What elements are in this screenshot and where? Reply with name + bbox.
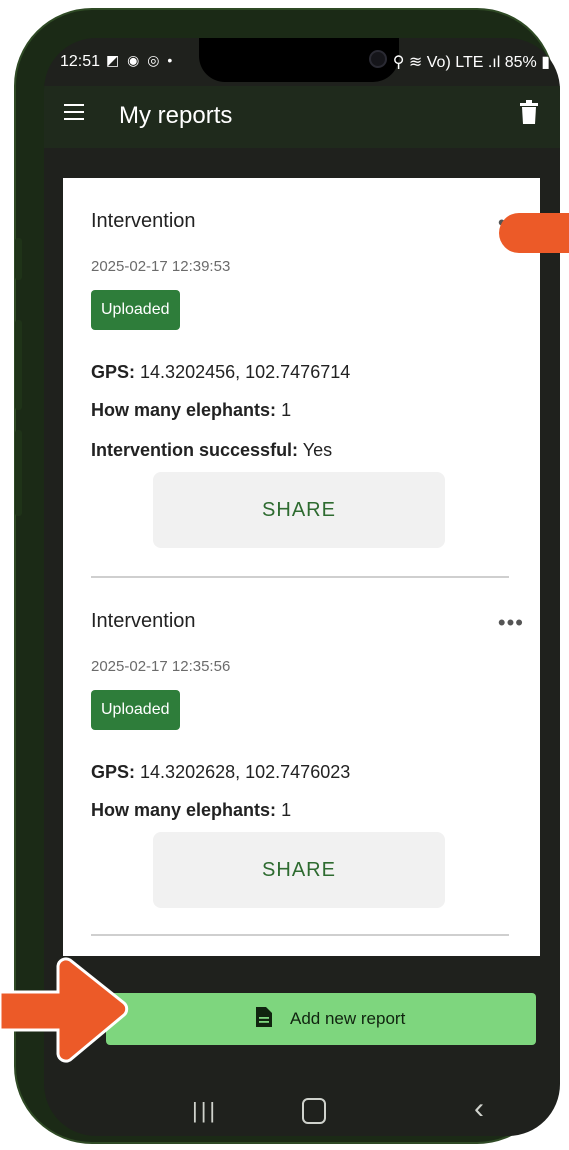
gps-line: GPS: 14.3202456, 102.7476714 [91,362,350,383]
camera-notch [199,38,399,82]
back-icon[interactable]: ‹ [474,1092,484,1126]
divider [91,576,509,578]
add-new-report-button[interactable]: Add new report [106,993,536,1045]
report-date: 2025-02-17 12:39:53 [91,258,231,275]
gps-value: 14.3202628, 102.7476023 [140,762,351,782]
status-badge: Uploaded [91,690,180,730]
share-button[interactable]: SHARE [153,472,445,548]
arrow-pointer-icon [499,213,569,253]
elephants-value: 1 [281,400,292,420]
report-title: Intervention [91,610,196,632]
notification-icons: ◩ ◉ ◎ • [106,52,175,68]
elephants-line: How many elephants: 1 [91,800,291,821]
success-value: Yes [302,440,333,460]
camera-icon [369,50,387,68]
power-button [15,430,22,516]
divider [91,934,509,936]
system-nav-bar: ||| ‹ [44,1088,560,1136]
app-bar: My reports [44,86,560,148]
elephants-label: How many elephants: [91,800,277,820]
report-title: Intervention [91,210,196,232]
reports-list[interactable]: Intervention ••• 2025-02-17 12:39:53 Upl… [63,178,540,956]
status-time: 12:51 [60,53,101,70]
success-label: Intervention successful: [91,440,299,460]
volume-down-button [15,320,22,410]
elephants-line: How many elephants: 1 [91,400,291,421]
gps-label: GPS: [91,762,136,782]
more-options-icon[interactable]: ••• [498,610,524,636]
arrow-pointer-icon [0,957,129,1063]
hamburger-menu-icon[interactable] [64,104,84,120]
success-line: Intervention successful: Yes [91,440,332,461]
gps-line: GPS: 14.3202628, 102.7476023 [91,762,350,783]
recent-apps-icon[interactable]: ||| [192,1098,218,1124]
gps-label: GPS: [91,362,136,382]
elephants-label: How many elephants: [91,400,277,420]
gps-value: 14.3202456, 102.7476714 [140,362,351,382]
status-bar: 12:51 ◩ ◉ ◎ • ⚲ ≋ Vo) LTE .ıl 85% ▮ [44,38,560,86]
document-icon [256,1007,272,1027]
status-badge: Uploaded [91,290,180,330]
home-icon[interactable] [302,1098,326,1124]
status-indicators: ⚲ ≋ Vo) LTE .ıl 85% ▮ [392,54,550,71]
add-new-report-label: Add new report [290,1009,406,1028]
trash-icon[interactable] [520,100,538,124]
page-title: My reports [119,102,233,129]
elephants-value: 1 [281,800,292,820]
share-button[interactable]: SHARE [153,832,445,908]
volume-button [15,238,22,280]
report-date: 2025-02-17 12:35:56 [91,658,231,675]
